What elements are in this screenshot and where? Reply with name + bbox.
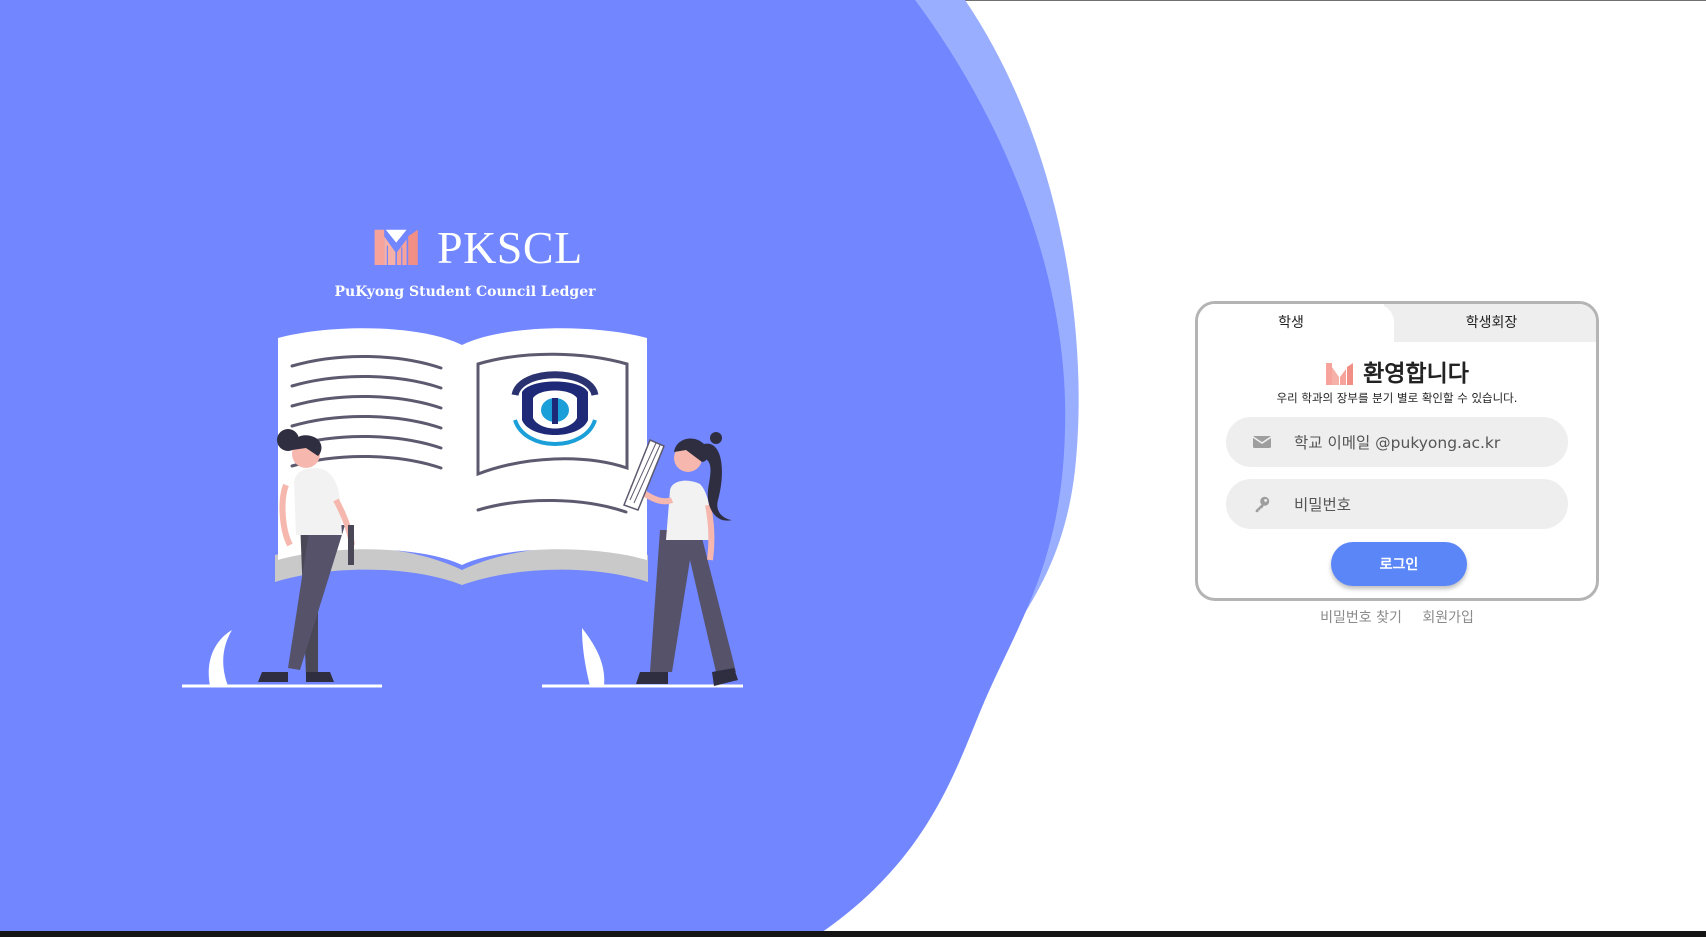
key-icon bbox=[1255, 496, 1270, 513]
login-page: PKSCL PuKyong Student Council Ledger 학생회… bbox=[0, 0, 1706, 937]
bottom-border bbox=[0, 931, 1706, 937]
login-tabs: 학생회장 학생 bbox=[1198, 304, 1596, 342]
welcome-subtitle: 우리 학과의 장부를 분기 별로 확인할 수 있습니다. bbox=[1276, 391, 1518, 405]
find-password-link[interactable]: 비밀번호 찾기 bbox=[1320, 610, 1402, 626]
password-field[interactable] bbox=[1226, 479, 1568, 531]
password-input[interactable] bbox=[1292, 479, 1556, 531]
pkscl-mini-logo-icon bbox=[1326, 363, 1354, 385]
welcome-title: 환영합니다 bbox=[1363, 361, 1469, 387]
book-illustration bbox=[182, 328, 743, 688]
envelope-icon bbox=[1252, 436, 1272, 448]
welcome-heading: 환영합니다 bbox=[1198, 354, 1596, 388]
university-seal-emblem bbox=[511, 367, 599, 447]
login-button[interactable]: 로그인 bbox=[1331, 542, 1467, 586]
email-field[interactable] bbox=[1226, 417, 1568, 469]
email-input[interactable] bbox=[1292, 417, 1556, 469]
tab-president[interactable]: 학생회장 bbox=[1384, 304, 1596, 342]
pkscl-logo-mark bbox=[374, 229, 418, 265]
signup-link[interactable]: 회원가입 bbox=[1422, 610, 1474, 626]
login-card: 학생회장 학생 환영합니다 우리 학과의 장부를 분기 별로 확인할 수 있습니… bbox=[1195, 301, 1599, 601]
brand-name: PKSCL bbox=[437, 222, 583, 273]
auth-links: 비밀번호 찾기 회원가입 bbox=[1195, 607, 1599, 627]
grass-right bbox=[582, 628, 605, 686]
brand-subtitle: PuKyong Student Council Ledger bbox=[334, 284, 596, 300]
tab-student[interactable]: 학생 bbox=[1198, 304, 1384, 342]
grass-left bbox=[208, 630, 232, 686]
